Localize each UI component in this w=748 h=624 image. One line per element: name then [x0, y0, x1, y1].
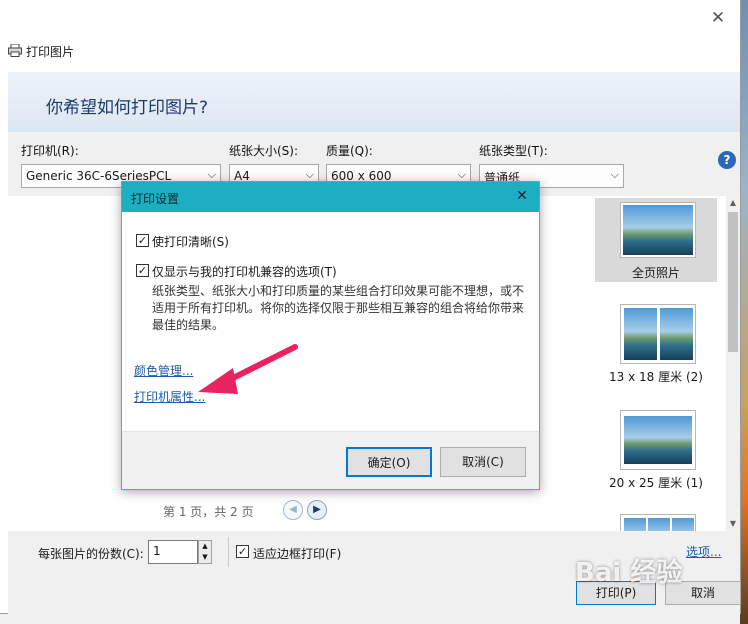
- dialog-titlebar: 打印设置 ✕: [122, 182, 539, 212]
- question-banner: 你希望如何打印图片?: [8, 72, 740, 132]
- scroll-up-icon[interactable]: ▲: [726, 196, 740, 210]
- previous-page-button[interactable]: ◀: [283, 500, 303, 520]
- question-heading: 你希望如何打印图片?: [46, 98, 209, 118]
- layout-list: 全页照片 13 x 18 厘米 (2) 20 x 25 厘米 (1): [592, 196, 726, 531]
- chevron-down-icon: ⌵: [305, 168, 314, 181]
- printer-icon: [8, 44, 22, 57]
- compatible-only-checkbox[interactable]: ✓: [136, 264, 149, 277]
- fit-frame-checkbox[interactable]: ✓: [236, 545, 249, 558]
- paper-size-label: 纸张大小(S):: [229, 144, 299, 158]
- page-indicator: 第 1 页，共 2 页: [163, 505, 254, 519]
- layout-thumbnail: [620, 410, 696, 470]
- layout-scrollbar[interactable]: ▲ ▼: [726, 196, 740, 531]
- stepper-up-icon[interactable]: ▲: [199, 541, 211, 552]
- watermark: Bai 经验: [575, 558, 683, 588]
- chevron-down-icon: ⌵: [610, 168, 619, 181]
- dialog-title: 打印设置: [131, 192, 180, 206]
- copies-input[interactable]: 1: [148, 540, 198, 564]
- print-settings-dialog: 打印设置 ✕ ✓ 使打印清晰(S) ✓ 仅显示与我的打印机兼容的选项(T) 纸张…: [121, 181, 540, 490]
- scroll-down-icon[interactable]: ▼: [726, 517, 740, 531]
- quality-label: 质量(Q):: [326, 144, 373, 158]
- chevron-down-icon: ⌵: [457, 168, 466, 181]
- pointer-arrow-icon: [198, 344, 298, 394]
- paper-type-label: 纸张类型(T):: [479, 144, 548, 158]
- color-management-link[interactable]: 颜色管理...: [134, 362, 193, 379]
- next-page-button[interactable]: ▶: [307, 500, 327, 520]
- dialog-cancel-button[interactable]: 取消(C): [440, 447, 526, 477]
- layout-item-13x18[interactable]: 13 x 18 厘米 (2): [595, 302, 717, 384]
- dialog-footer: 确定(O) 取消(C): [122, 431, 539, 489]
- close-icon[interactable]: ✕: [513, 187, 531, 205]
- layout-thumbnail: [620, 202, 696, 258]
- layout-label: 13 x 18 厘米 (2): [609, 370, 703, 384]
- help-icon[interactable]: ?: [718, 151, 736, 169]
- layout-item-20x25[interactable]: 20 x 25 厘米 (1): [595, 408, 717, 490]
- desktop-wallpaper: [740, 0, 748, 624]
- stepper-down-icon[interactable]: ▼: [199, 552, 211, 563]
- layout-label: 20 x 25 厘米 (1): [609, 476, 703, 490]
- fit-frame-label: 适应边框打印(F): [253, 547, 342, 561]
- layout-label: 全页照片: [631, 266, 680, 280]
- layout-thumbnail: [620, 304, 696, 364]
- sharpen-label: 使打印清晰(S): [152, 235, 229, 249]
- printer-label: 打印机(R):: [21, 144, 79, 158]
- divider: [228, 537, 229, 567]
- copies-label: 每张图片的份数(C):: [38, 547, 144, 561]
- layout-item-partial[interactable]: [595, 512, 717, 531]
- window-title: 打印图片: [26, 45, 75, 59]
- layout-thumbnail: [620, 514, 696, 531]
- ok-button[interactable]: 确定(O): [346, 447, 432, 477]
- compatible-only-label: 仅显示与我的打印机兼容的选项(T): [152, 265, 337, 279]
- scroll-thumb[interactable]: [728, 212, 738, 352]
- close-icon[interactable]: ✕: [708, 8, 728, 28]
- layout-item-full-page[interactable]: 全页照片: [595, 198, 717, 282]
- options-link[interactable]: 选项...: [686, 543, 721, 560]
- copies-stepper[interactable]: ▲ ▼: [198, 540, 212, 564]
- sharpen-checkbox[interactable]: ✓: [136, 234, 149, 247]
- compatible-description: 纸张类型、纸张大小和打印质量的某些组合打印效果可能不理想，或不适用于所有打印机。…: [152, 284, 525, 332]
- chevron-down-icon: ⌵: [207, 168, 216, 181]
